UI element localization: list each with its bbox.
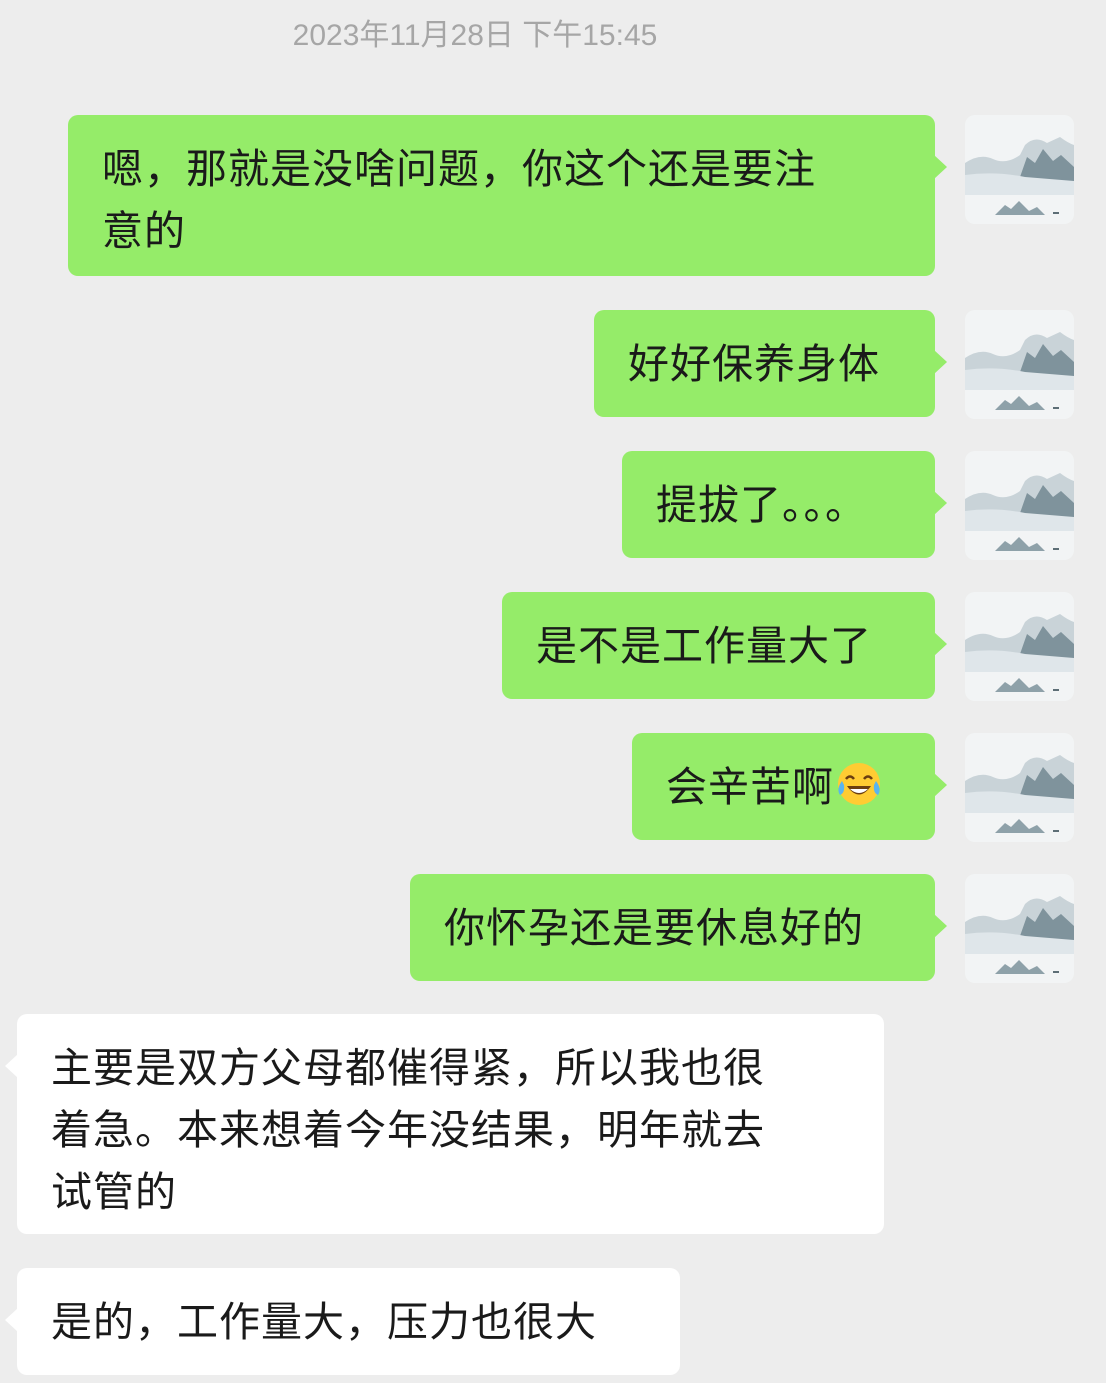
- user-avatar[interactable]: [965, 733, 1074, 842]
- user-avatar[interactable]: [965, 310, 1074, 419]
- message-bubble-incoming[interactable]: 主要是双方父母都催得紧，所以我也很 着急。本来想着今年没结果，明年就去 试管的: [5, 1014, 884, 1234]
- user-avatar[interactable]: [965, 451, 1074, 560]
- message-text: 是不是工作量大了: [536, 622, 872, 670]
- message-bubble-outgoing[interactable]: 你怀孕还是要休息好的: [410, 874, 947, 981]
- message-text: 好好保养身体: [628, 340, 880, 388]
- user-avatar[interactable]: [965, 592, 1074, 701]
- message-text: 会辛苦啊: [666, 763, 834, 811]
- message-text-line: 主要是双方父母都催得紧，所以我也很: [51, 1044, 765, 1092]
- landscape-avatar-icon: [965, 115, 1074, 224]
- message-text: 你怀孕还是要休息好的: [444, 904, 864, 952]
- user-avatar[interactable]: [965, 115, 1074, 224]
- face-with-tears-of-joy-icon: [838, 763, 880, 805]
- message-bubble-outgoing[interactable]: 嗯，那就是没啥问题，你这个还是要注 意的: [68, 115, 947, 276]
- message-text-line: 意的: [102, 207, 186, 255]
- landscape-avatar-icon: [965, 733, 1074, 842]
- landscape-avatar-icon: [965, 874, 1074, 983]
- message-bubble-outgoing[interactable]: 是不是工作量大了: [502, 592, 947, 699]
- message-bubble-outgoing[interactable]: 提拔了。。。: [622, 451, 947, 558]
- message-text-line: 试管的: [51, 1168, 177, 1216]
- message-text: 是的，工作量大，压力也很大: [51, 1298, 597, 1346]
- message-text-line: 着急。本来想着今年没结果，明年就去: [51, 1106, 765, 1154]
- landscape-avatar-icon: [965, 451, 1074, 560]
- message-bubble-incoming[interactable]: 是的，工作量大，压力也很大: [5, 1268, 680, 1375]
- message-text-line: 嗯，那就是没啥问题，你这个还是要注: [102, 145, 816, 193]
- message-bubble-outgoing[interactable]: 好好保养身体: [594, 310, 947, 417]
- user-avatar[interactable]: [965, 874, 1074, 983]
- landscape-avatar-icon: [965, 592, 1074, 701]
- chat-timestamp: 2023年11月28日 下午15:45: [292, 19, 658, 52]
- message-bubble-outgoing[interactable]: 会辛苦啊: [632, 733, 947, 840]
- message-text: 提拔了。。。: [656, 481, 867, 529]
- landscape-avatar-icon: [965, 310, 1074, 419]
